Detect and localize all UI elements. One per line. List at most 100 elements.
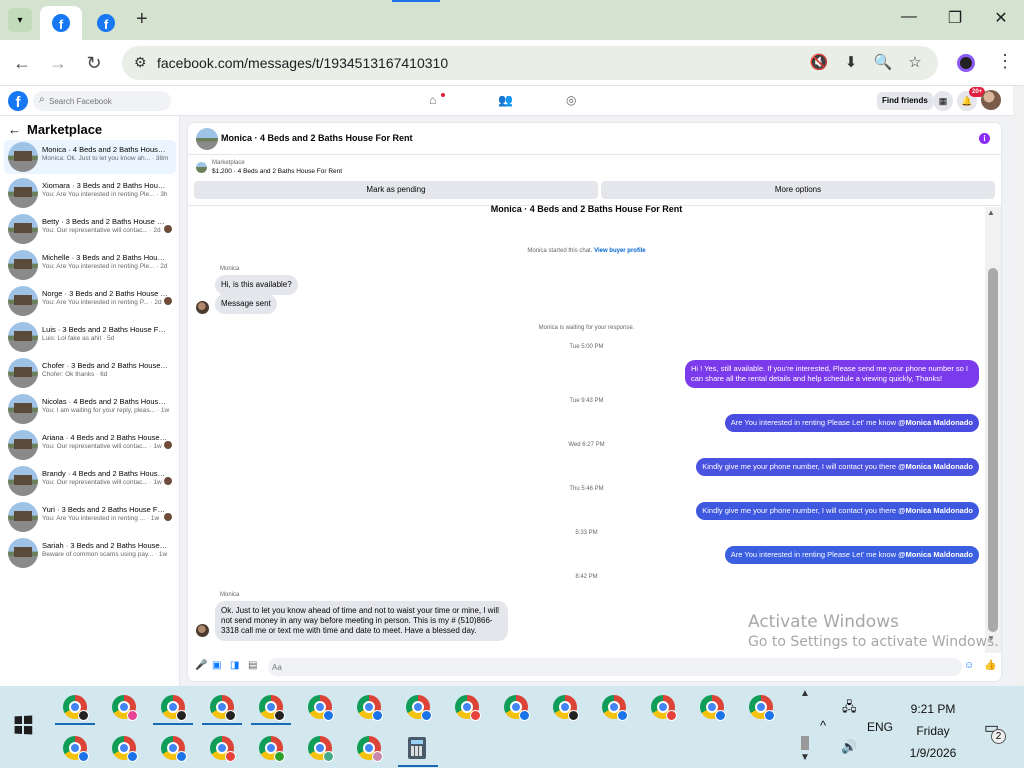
conversation-item[interactable]: Nicolas · 4 Beds and 2 Baths House For R… <box>4 392 176 426</box>
tab-facebook-messages[interactable]: f <box>40 6 82 40</box>
chrome-profile-icon[interactable] <box>210 695 236 721</box>
home-icon[interactable]: ⌂ <box>429 93 436 107</box>
chrome-profile-icon[interactable] <box>308 695 334 721</box>
chrome-profile-icon[interactable] <box>406 695 432 721</box>
zoom-icon[interactable]: 🔍 <box>873 53 893 71</box>
conversation-item[interactable]: Yuri · 3 Beds and 2 Baths House For Rent… <box>4 500 176 534</box>
new-tab-button[interactable]: + <box>136 8 148 31</box>
conversation-item[interactable]: Luis · 3 Beds and 2 Baths House For Rent… <box>4 320 176 354</box>
calculator-icon[interactable] <box>408 737 426 759</box>
network-icon[interactable]: 🖧 <box>842 698 857 720</box>
facebook-logo-icon[interactable]: f <box>8 91 28 111</box>
scroll-up-arrow-icon[interactable]: ▲ <box>987 208 995 217</box>
chat-title[interactable]: Monica · 4 Beds and 2 Baths House For Re… <box>221 133 413 143</box>
outgoing-message[interactable]: Kindly give me your phone number, I will… <box>696 502 979 520</box>
show-hidden-icons-chevron-icon[interactable]: ^ <box>820 718 826 733</box>
chrome-profile-icon[interactable] <box>161 695 187 721</box>
bookmark-star-icon[interactable]: ☆ <box>905 53 925 71</box>
outgoing-message[interactable]: Are You interested in renting Please Let… <box>724 414 979 432</box>
site-settings-icon[interactable]: ⚙ <box>134 54 147 71</box>
chrome-profile-icon[interactable] <box>63 736 89 762</box>
incoming-message[interactable]: Hi, is this available? <box>215 275 298 295</box>
volume-icon[interactable]: 🔊 <box>841 739 857 755</box>
sender-avatar[interactable] <box>196 301 209 314</box>
chevron-up-icon[interactable]: ▲ <box>800 688 810 699</box>
taskbar-scroll-thumb[interactable] <box>801 736 809 750</box>
chrome-profile-icon[interactable] <box>210 736 236 762</box>
info-icon[interactable]: i <box>979 133 990 144</box>
url-text[interactable]: facebook.com/messages/t/1934513167410310 <box>157 55 448 71</box>
sender-avatar[interactable] <box>196 624 209 637</box>
emoji-icon[interactable]: ☺ <box>964 660 974 671</box>
listing-thumbnail[interactable] <box>196 128 218 150</box>
tab-search-dropdown[interactable]: ▾ <box>8 8 32 32</box>
search-input[interactable] <box>49 93 167 109</box>
incoming-message[interactable]: Ok. Just to let you know ahead of time a… <box>215 601 508 641</box>
message-input[interactable] <box>268 658 962 676</box>
conversation-item[interactable]: Monica · 4 Beds and 2 Baths House For Re… <box>4 140 176 174</box>
account-avatar[interactable] <box>981 90 1001 110</box>
windows-start-icon[interactable] <box>14 715 33 735</box>
chrome-profile-icon[interactable] <box>455 695 481 721</box>
chrome-profile-icon[interactable] <box>357 736 383 762</box>
conversation-item[interactable]: Betty · 3 Beds and 2 Baths House For Ren… <box>4 212 176 246</box>
chrome-profile-icon[interactable] <box>161 736 187 762</box>
mention[interactable]: @Monica Maldonado <box>898 550 973 559</box>
muted-speaker-icon[interactable]: 🔇 <box>809 53 829 71</box>
close-window-button[interactable]: ✕ <box>978 8 1024 28</box>
listing-price[interactable]: $1,200 · 4 Beds and 2 Baths House For Re… <box>212 168 342 175</box>
chrome-profile-icon[interactable] <box>259 695 285 721</box>
maximize-button[interactable]: ❐ <box>932 8 978 28</box>
groups-icon[interactable]: ◎ <box>566 93 576 107</box>
incoming-message[interactable]: Message sent <box>215 294 277 314</box>
facebook-search[interactable]: ⌕ <box>33 91 171 111</box>
chrome-profile-icon[interactable] <box>112 736 138 762</box>
back-arrow-icon[interactable]: ← <box>10 51 34 75</box>
photo-icon[interactable]: ▣ <box>212 660 221 671</box>
back-arrow-icon[interactable]: ← <box>8 122 21 137</box>
chrome-profile-icon[interactable] <box>112 695 138 721</box>
system-clock[interactable]: 9:21 PM Friday 1/9/2026 <box>896 698 970 764</box>
outgoing-message[interactable]: Are You interested in renting Please Let… <box>724 546 979 564</box>
chrome-profile-icon[interactable] <box>700 695 726 721</box>
conversation-item[interactable]: Michelle · 3 Beds and 2 Baths House For … <box>4 248 176 282</box>
chrome-profile-icon[interactable] <box>602 695 628 721</box>
conversation-item[interactable]: Chofer · 3 Beds and 2 Baths House For Re… <box>4 356 176 390</box>
address-bar[interactable]: ⚙ facebook.com/messages/t/19345131674103… <box>122 46 938 80</box>
mention[interactable]: @Monica Maldonado <box>898 418 973 427</box>
chrome-profile-icon[interactable] <box>357 695 383 721</box>
page-scrollbar[interactable] <box>1013 86 1024 686</box>
thumbs-up-icon[interactable]: 👍 <box>984 660 996 671</box>
find-friends-button[interactable]: Find friends <box>877 92 933 110</box>
taskbar-scroller[interactable]: ▲ ▼ <box>798 688 812 766</box>
chrome-profile-icon[interactable] <box>553 695 579 721</box>
chrome-profile-icon[interactable] <box>308 736 334 762</box>
outgoing-message[interactable]: Kindly give me your phone number, I will… <box>696 458 979 476</box>
conversation-item[interactable]: Sariah · 3 Beds and 2 Baths House For Re… <box>4 536 176 570</box>
chrome-profile-icon[interactable] <box>749 695 775 721</box>
sticker-icon[interactable]: ◨ <box>230 660 239 671</box>
profile-avatar-icon[interactable] <box>957 54 975 72</box>
conversation-item[interactable]: Xiomara · 3 Beds and 2 Baths House For R… <box>4 176 176 210</box>
chrome-profile-icon[interactable] <box>259 736 285 762</box>
friends-icon[interactable]: 👥 <box>498 93 513 107</box>
more-options-button[interactable]: More options <box>601 181 995 199</box>
chrome-profile-icon[interactable] <box>504 695 530 721</box>
mention[interactable]: @Monica Maldonado <box>898 462 973 471</box>
language-indicator[interactable]: ENG <box>867 720 893 734</box>
outgoing-message[interactable]: Hi ! Yes, still available. If you're int… <box>685 360 979 388</box>
conversation-item[interactable]: Ariana · 4 Beds and 2 Baths House For Re… <box>4 428 176 462</box>
minimize-button[interactable]: — <box>886 8 932 26</box>
chevron-down-icon[interactable]: ▼ <box>800 752 810 763</box>
reload-icon[interactable]: ↻ <box>82 51 106 75</box>
conversation-item[interactable]: Brandy · 4 Beds and 2 Baths House For Re… <box>4 464 176 498</box>
thread-scrollbar-thumb[interactable] <box>988 268 998 632</box>
mention[interactable]: @Monica Maldonado <box>898 506 973 515</box>
view-buyer-profile-link[interactable]: View buyer profile <box>594 248 646 254</box>
tab-facebook[interactable]: f <box>88 6 124 40</box>
conversation-item[interactable]: Norge · 3 Beds and 2 Baths House For Ren… <box>4 284 176 318</box>
forward-arrow-icon[interactable]: → <box>46 51 70 75</box>
gif-icon[interactable]: ▤ <box>248 660 257 671</box>
mark-as-pending-button[interactable]: Mark as pending <box>194 181 598 199</box>
menu-grid-icon[interactable]: ▦ <box>933 91 953 111</box>
